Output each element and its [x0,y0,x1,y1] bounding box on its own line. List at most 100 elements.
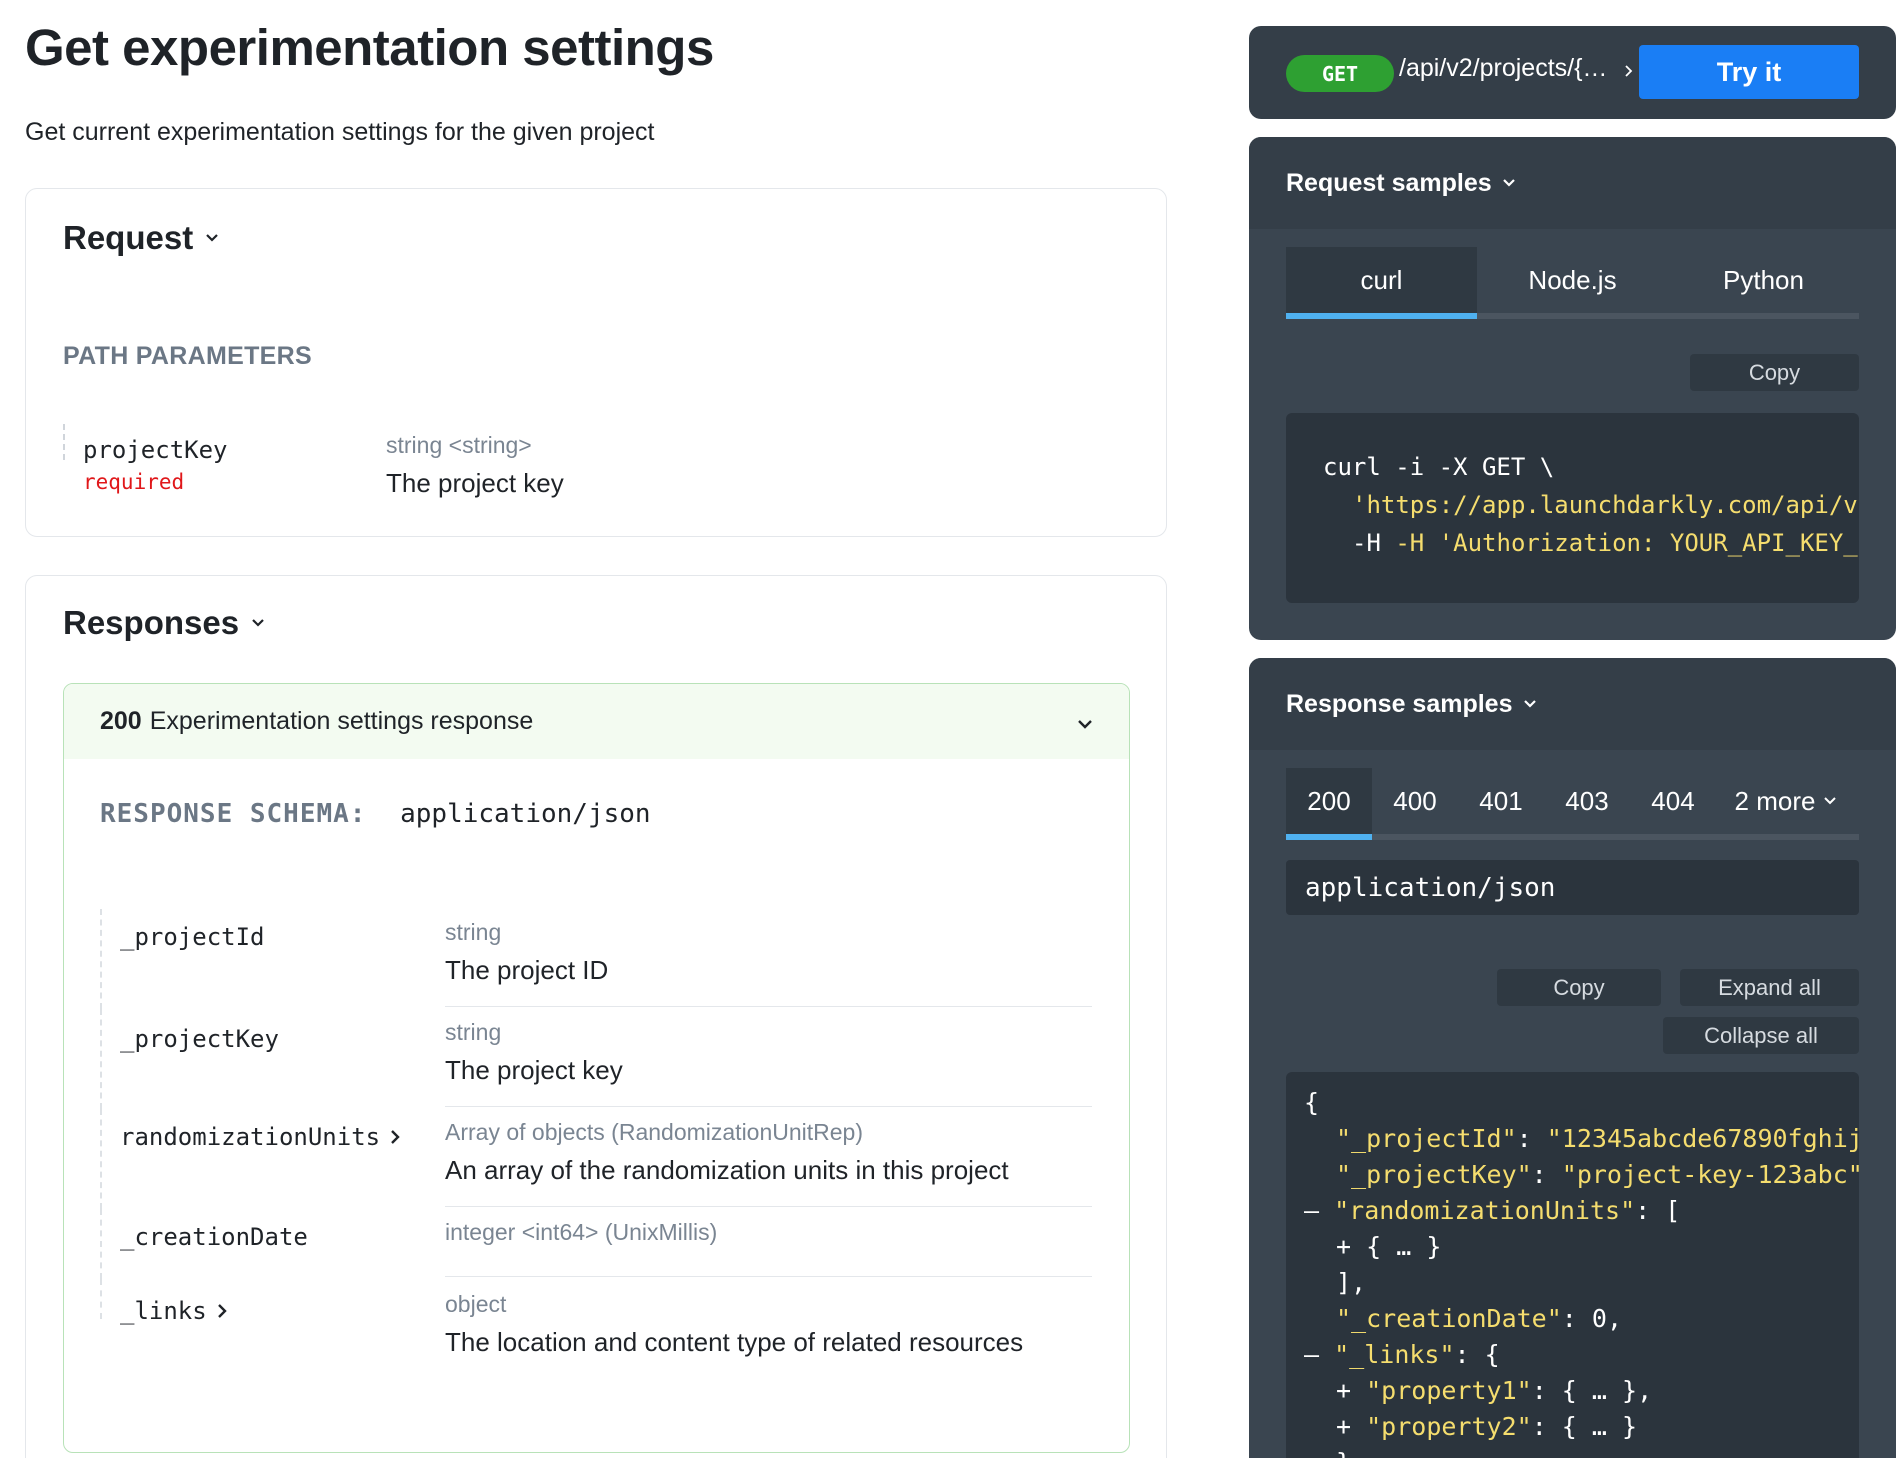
tab-python[interactable]: Python [1668,247,1859,313]
schema-property: _projectId string The project ID [100,909,1100,1009]
media-type-select[interactable]: application/json [1286,860,1859,915]
property-type: string [445,1019,502,1045]
responses-card: Responses 200 Experimentation settings r… [25,575,1167,1458]
request-samples-panel: Request samples curl Node.js Python Copy… [1249,137,1896,640]
property-name: _projectKey [120,1025,279,1053]
schema-property: _creationDate integer <int64> (UnixMilli… [100,1209,1100,1279]
json-line-projectKey: "_projectKey": "project-key-123abc" [1336,1160,1859,1189]
chevron-right-icon[interactable] [1624,64,1633,78]
tab-401[interactable]: 401 [1458,768,1544,834]
json-line-randomizationUnits[interactable]: – "randomizationUnits": [ [1304,1196,1680,1225]
response-status-code: 200 [100,707,142,735]
tab-400[interactable]: 400 [1372,768,1458,834]
json-line-links[interactable]: – "_links": { [1304,1340,1500,1369]
request-title: Request [63,219,194,256]
request-card: Request PATH PARAMETERS projectKey requi… [25,188,1167,537]
json-line-creationDate: "_creationDate": 0, [1336,1304,1623,1333]
tree-line [100,1009,102,1109]
chevron-right-icon [217,1304,227,1318]
tab-curl[interactable]: curl [1286,247,1477,319]
expand-toggle-icon[interactable]: + [1336,1232,1366,1261]
request-samples-toggle[interactable]: Request samples [1249,137,1896,229]
chevron-down-icon [1824,797,1837,805]
code-line-header: -H 'Authorization: YOUR_API_KEY_HERE [1395,529,1859,557]
status-tabs: 200 400 401 403 404 2 more [1286,768,1859,840]
schema-property-expandable[interactable]: _links object The location and content t… [100,1279,1100,1369]
chevron-down-icon [1078,720,1092,729]
property-type: Array of objects (RandomizationUnitRep) [445,1119,864,1145]
param-required-badge: required [83,470,185,494]
tab-403[interactable]: 403 [1544,768,1630,834]
tab-more-dropdown[interactable]: 2 more [1716,768,1856,834]
expand-all-button[interactable]: Expand all [1680,969,1859,1006]
response-200-header[interactable]: 200 Experimentation settings response [64,684,1129,759]
expand-toggle-icon[interactable]: + [1336,1412,1366,1441]
param-row-projectKey: projectKey required string <string> The … [63,424,1123,498]
request-samples-title: Request samples [1286,168,1492,197]
responses-toggle[interactable]: Responses [63,604,265,642]
more-label: 2 more [1734,785,1816,816]
tab-404[interactable]: 404 [1630,768,1716,834]
response-status-text: Experimentation settings response [149,707,534,735]
response-json-block: { "_projectId": "12345abcde67890fghij" "… [1286,1072,1859,1458]
tab-nodejs[interactable]: Node.js [1477,247,1668,313]
chevron-down-icon [1523,700,1536,708]
collapse-all-button[interactable]: Collapse all [1663,1017,1859,1054]
response-200-panel: 200 Experimentation settings response RE… [63,683,1130,1453]
operation-path[interactable]: /api/v2/projects/{… [1399,54,1607,83]
divider [445,1206,1092,1207]
json-bracket-close: ], [1336,1268,1367,1297]
expand-toggle-icon[interactable]: + [1336,1376,1366,1405]
divider [445,1276,1092,1277]
param-name: projectKey [83,436,228,464]
response-samples-toggle[interactable]: Response samples [1249,658,1896,750]
copy-button[interactable]: Copy [1690,354,1859,391]
try-it-button[interactable]: Try it [1639,45,1859,99]
tree-line [100,1209,102,1279]
property-name-toggle[interactable]: randomizationUnits [120,1123,401,1151]
chevron-down-icon [252,619,264,627]
collapse-toggle-icon[interactable]: – [1304,1196,1334,1225]
schema-property-expandable[interactable]: randomizationUnits Array of objects (Ran… [100,1109,1100,1209]
property-description: An array of the randomization units in t… [445,1155,1009,1185]
chevron-down-icon [1502,179,1515,187]
divider [445,1106,1092,1107]
json-brace-close: } [1336,1448,1351,1458]
property-type: string [445,919,502,945]
collapse-toggle-icon[interactable]: – [1304,1340,1334,1369]
request-toggle[interactable]: Request [63,219,219,257]
property-name: _creationDate [120,1223,308,1251]
path-parameters-label: PATH PARAMETERS [63,342,312,370]
json-line-collapsed-item[interactable]: + { … } [1336,1232,1441,1261]
param-description: The project key [386,468,564,498]
code-line: 'https://app.launchdarkly.com/api/v2 [1352,491,1859,519]
response-samples-panel: Response samples 200 400 401 403 404 2 m… [1249,658,1896,1458]
divider [445,1006,1092,1007]
property-name: randomizationUnits [120,1123,381,1151]
tree-line [100,909,102,1009]
response-schema-line: RESPONSE SCHEMA: application/json [100,799,651,829]
json-line-property2[interactable]: + "property2": { … } [1336,1412,1637,1441]
page-subtitle: Get current experimentation settings for… [25,118,655,146]
copy-button[interactable]: Copy [1497,969,1661,1006]
tree-line [63,424,65,460]
code-line: curl -i -X GET \ [1323,453,1555,481]
property-name: _links [120,1297,207,1325]
property-name: _projectId [120,923,265,951]
operation-bar: GET /api/v2/projects/{… Try it [1249,26,1896,119]
language-tabs: curl Node.js Python [1286,247,1859,319]
tab-200[interactable]: 200 [1286,768,1372,840]
chevron-down-icon [206,234,218,242]
http-method-badge: GET [1286,55,1394,92]
property-description: The location and content type of related… [445,1327,1024,1357]
json-line-property1[interactable]: + "property1": { … }, [1336,1376,1652,1405]
response-samples-title: Response samples [1286,689,1513,718]
param-type: string <string> [386,432,532,458]
schema-property: _projectKey string The project key [100,1009,1100,1109]
property-name-toggle[interactable]: _links [120,1297,228,1325]
responses-title: Responses [63,604,240,641]
request-code-block: curl -i -X GET \ 'https://app.launchdark… [1286,413,1859,603]
page-title: Get experimentation settings [25,19,714,76]
property-description: The project ID [445,955,609,985]
response-schema-type: application/json [400,799,651,829]
